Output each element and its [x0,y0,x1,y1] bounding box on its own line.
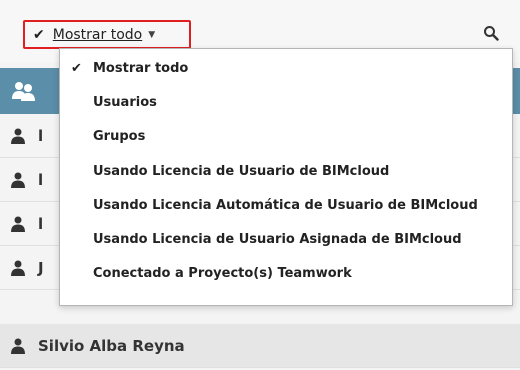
menu-item-label: Mostrar todo [93,60,189,76]
filter-label: Mostrar todo [52,26,143,43]
menu-item-licencia-usuario[interactable]: Usando Licencia de Usuario de BIMcloud [60,156,512,186]
menu-item-label: Usando Licencia Automática de Usuario de… [93,197,478,213]
user-name: J [38,259,44,277]
checkmark-icon: ✔ [71,60,82,76]
menu-item-licencia-asignada[interactable]: Usando Licencia de Usuario Asignada de B… [60,224,512,254]
user-name: l [38,171,44,189]
search-icon[interactable] [483,25,499,41]
menu-item-label: Usuarios [93,94,157,110]
menu-item-mostrar-todo[interactable]: ✔ Mostrar todo [60,53,512,83]
checkmark-icon: ✔ [33,26,45,43]
user-name: l [38,127,44,145]
user-icon [11,260,25,276]
list-item[interactable]: Silvio Alba Reyna [0,324,520,368]
menu-item-label: Grupos [93,128,146,144]
menu-item-grupos[interactable]: Grupos [60,121,512,151]
menu-item-label: Conectado a Proyecto(s) Teamwork [93,265,352,281]
menu-item-usuarios[interactable]: Usuarios [60,87,512,117]
user-icon [11,216,25,232]
user-icon [11,338,25,354]
user-name: l [38,215,44,233]
user-icon [11,172,25,188]
filter-dropdown-menu: ✔ Mostrar todo Usuarios Grupos Usando Li… [59,48,513,306]
menu-item-conectado-teamwork[interactable]: Conectado a Proyecto(s) Teamwork [60,258,512,288]
menu-item-label: Usando Licencia de Usuario Asignada de B… [93,231,462,247]
user-name: Silvio Alba Reyna [38,337,185,355]
menu-item-licencia-automatica[interactable]: Usando Licencia Automática de Usuario de… [60,190,512,220]
caret-down-icon: ▼ [148,29,156,40]
filter-dropdown-button[interactable]: ✔ Mostrar todo ▼ [23,20,191,49]
menu-item-label: Usando Licencia de Usuario de BIMcloud [93,163,390,179]
user-icon [11,128,25,144]
group-icon [12,82,35,101]
